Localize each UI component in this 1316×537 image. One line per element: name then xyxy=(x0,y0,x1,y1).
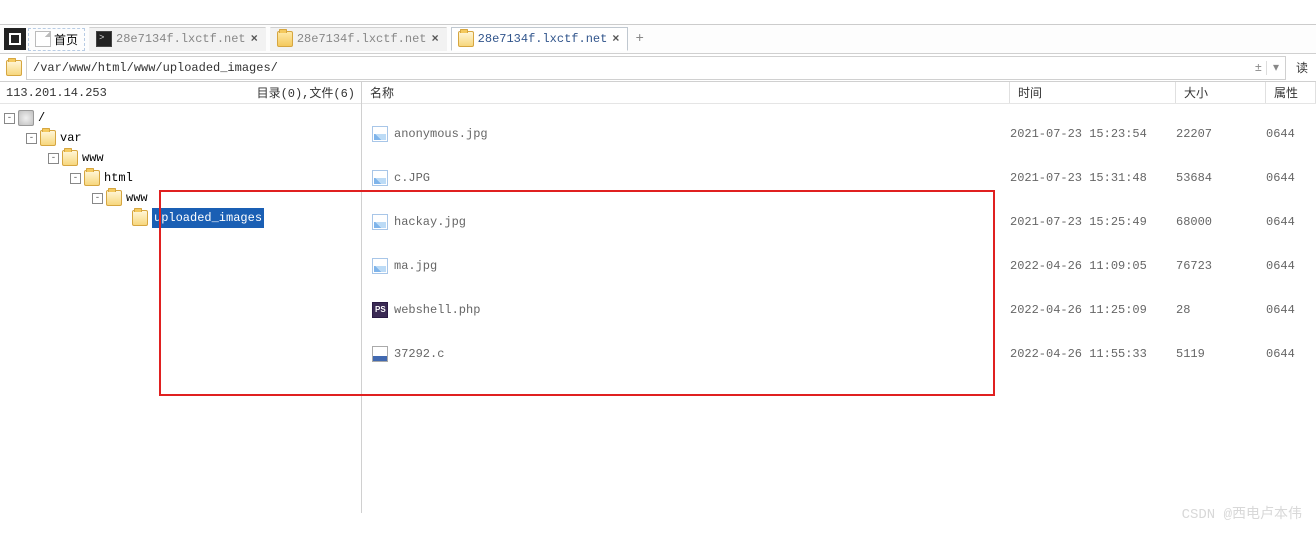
folder-icon xyxy=(6,60,22,76)
tree-panel: 113.201.14.253 目录(0),文件(6) - / - var - w… xyxy=(0,82,362,513)
tree-node-uploaded-images[interactable]: uploaded_images xyxy=(4,208,357,228)
tree-label: uploaded_images xyxy=(152,208,264,228)
file-attr: 0644 xyxy=(1266,127,1295,141)
app-menu-button[interactable] xyxy=(4,28,26,50)
file-time: 2022-04-26 11:09:05 xyxy=(1010,259,1176,273)
file-attr: 0644 xyxy=(1266,171,1295,185)
file-size: 68000 xyxy=(1176,215,1266,229)
file-time: 2022-04-26 11:25:09 xyxy=(1010,303,1176,317)
file-time: 2021-07-23 15:31:48 xyxy=(1010,171,1176,185)
file-name: hackay.jpg xyxy=(394,215,466,229)
php-icon xyxy=(372,302,388,318)
file-icon xyxy=(372,346,388,362)
file-panel: 名称 时间 大小 属性 anonymous.jpg 2021-07-23 15:… xyxy=(362,82,1316,513)
close-icon[interactable]: × xyxy=(250,32,259,46)
tab-folder-2[interactable]: 28e7134f.lxctf.net × xyxy=(451,27,628,51)
tab-terminal[interactable]: 28e7134f.lxctf.net × xyxy=(89,27,266,51)
file-attr: 0644 xyxy=(1266,347,1295,361)
collapse-icon[interactable]: - xyxy=(4,113,15,124)
file-time: 2022-04-26 11:55:33 xyxy=(1010,347,1176,361)
folder-icon xyxy=(62,150,78,166)
folder-icon xyxy=(40,130,56,146)
file-row[interactable]: c.JPG 2021-07-23 15:31:48 53684 0644 xyxy=(362,156,1316,200)
file-size: 76723 xyxy=(1176,259,1266,273)
home-label: 首页 xyxy=(54,31,78,48)
file-name: webshell.php xyxy=(394,303,480,317)
tree-node-html[interactable]: - html xyxy=(4,168,357,188)
home-tab[interactable]: 首页 xyxy=(28,28,85,51)
app-logo-icon xyxy=(9,33,21,45)
new-tab-button[interactable]: + xyxy=(630,29,650,49)
folder-icon xyxy=(277,31,293,47)
file-row[interactable]: ma.jpg 2022-04-26 11:09:05 76723 0644 xyxy=(362,244,1316,288)
tree-label: www xyxy=(82,148,104,168)
file-size: 22207 xyxy=(1176,127,1266,141)
tab-folder-1[interactable]: 28e7134f.lxctf.net × xyxy=(270,27,447,51)
collapse-icon[interactable]: - xyxy=(26,133,37,144)
address-bar: ± ▾ 读 xyxy=(0,54,1316,82)
image-icon xyxy=(372,126,388,142)
column-headers: 名称 时间 大小 属性 xyxy=(362,82,1316,104)
col-size[interactable]: 大小 xyxy=(1176,82,1266,103)
folder-icon xyxy=(106,190,122,206)
dir-count-label: 目录(0),文件(6) xyxy=(257,84,355,101)
collapse-icon[interactable]: - xyxy=(48,153,59,164)
read-button[interactable]: 读 xyxy=(1290,59,1314,76)
disk-icon xyxy=(18,110,34,126)
file-size: 53684 xyxy=(1176,171,1266,185)
host-label: 113.201.14.253 xyxy=(6,86,107,100)
file-attr: 0644 xyxy=(1266,215,1295,229)
terminal-icon xyxy=(96,31,112,47)
col-time[interactable]: 时间 xyxy=(1010,82,1176,103)
file-time: 2021-07-23 15:25:49 xyxy=(1010,215,1176,229)
folder-icon xyxy=(458,31,474,47)
file-time: 2021-07-23 15:23:54 xyxy=(1010,127,1176,141)
file-name: 37292.c xyxy=(394,347,444,361)
file-row[interactable]: anonymous.jpg 2021-07-23 15:23:54 22207 … xyxy=(362,112,1316,156)
tree-root[interactable]: - / xyxy=(4,108,357,128)
file-attr: 0644 xyxy=(1266,303,1295,317)
tree-node-www[interactable]: - www xyxy=(4,148,357,168)
file-name: ma.jpg xyxy=(394,259,437,273)
image-icon xyxy=(372,258,388,274)
tree-label: html xyxy=(104,168,133,188)
directory-tree: - / - var - www - html xyxy=(0,104,361,232)
tree-header: 113.201.14.253 目录(0),文件(6) xyxy=(0,82,361,104)
tab-label: 28e7134f.lxctf.net xyxy=(116,32,246,46)
file-row[interactable]: 37292.c 2022-04-26 11:55:33 5119 0644 xyxy=(362,332,1316,376)
file-row[interactable]: hackay.jpg 2021-07-23 15:25:49 68000 064… xyxy=(362,200,1316,244)
tree-label: / xyxy=(38,108,45,128)
image-icon xyxy=(372,214,388,230)
tree-node-var[interactable]: - var xyxy=(4,128,357,148)
tree-node-www2[interactable]: - www xyxy=(4,188,357,208)
image-icon xyxy=(372,170,388,186)
tree-label: www xyxy=(126,188,148,208)
file-row[interactable]: webshell.php 2022-04-26 11:25:09 28 0644 xyxy=(362,288,1316,332)
collapse-icon[interactable]: - xyxy=(70,173,81,184)
file-size: 5119 xyxy=(1176,347,1266,361)
tab-label: 28e7134f.lxctf.net xyxy=(297,32,427,46)
page-icon xyxy=(35,31,51,47)
path-dropdown-button[interactable]: ▾ xyxy=(1269,60,1283,75)
top-toolbar: 首页 28e7134f.lxctf.net × 28e7134f.lxctf.n… xyxy=(0,24,1316,54)
tree-label: var xyxy=(60,128,82,148)
col-attr[interactable]: 属性 xyxy=(1266,82,1316,103)
file-attr: 0644 xyxy=(1266,259,1295,273)
close-icon[interactable]: × xyxy=(611,32,620,46)
tab-label: 28e7134f.lxctf.net xyxy=(478,32,608,46)
folder-icon xyxy=(84,170,100,186)
file-name: anonymous.jpg xyxy=(394,127,488,141)
path-zoom-button[interactable]: ± xyxy=(1251,61,1267,75)
folder-icon xyxy=(132,210,148,226)
col-name[interactable]: 名称 xyxy=(362,82,1010,103)
file-size: 28 xyxy=(1176,303,1266,317)
file-name: c.JPG xyxy=(394,171,430,185)
file-list: anonymous.jpg 2021-07-23 15:23:54 22207 … xyxy=(362,104,1316,376)
collapse-icon[interactable]: - xyxy=(92,193,103,204)
path-input[interactable] xyxy=(29,58,1249,78)
address-box: ± ▾ xyxy=(26,56,1286,80)
close-icon[interactable]: × xyxy=(430,32,439,46)
